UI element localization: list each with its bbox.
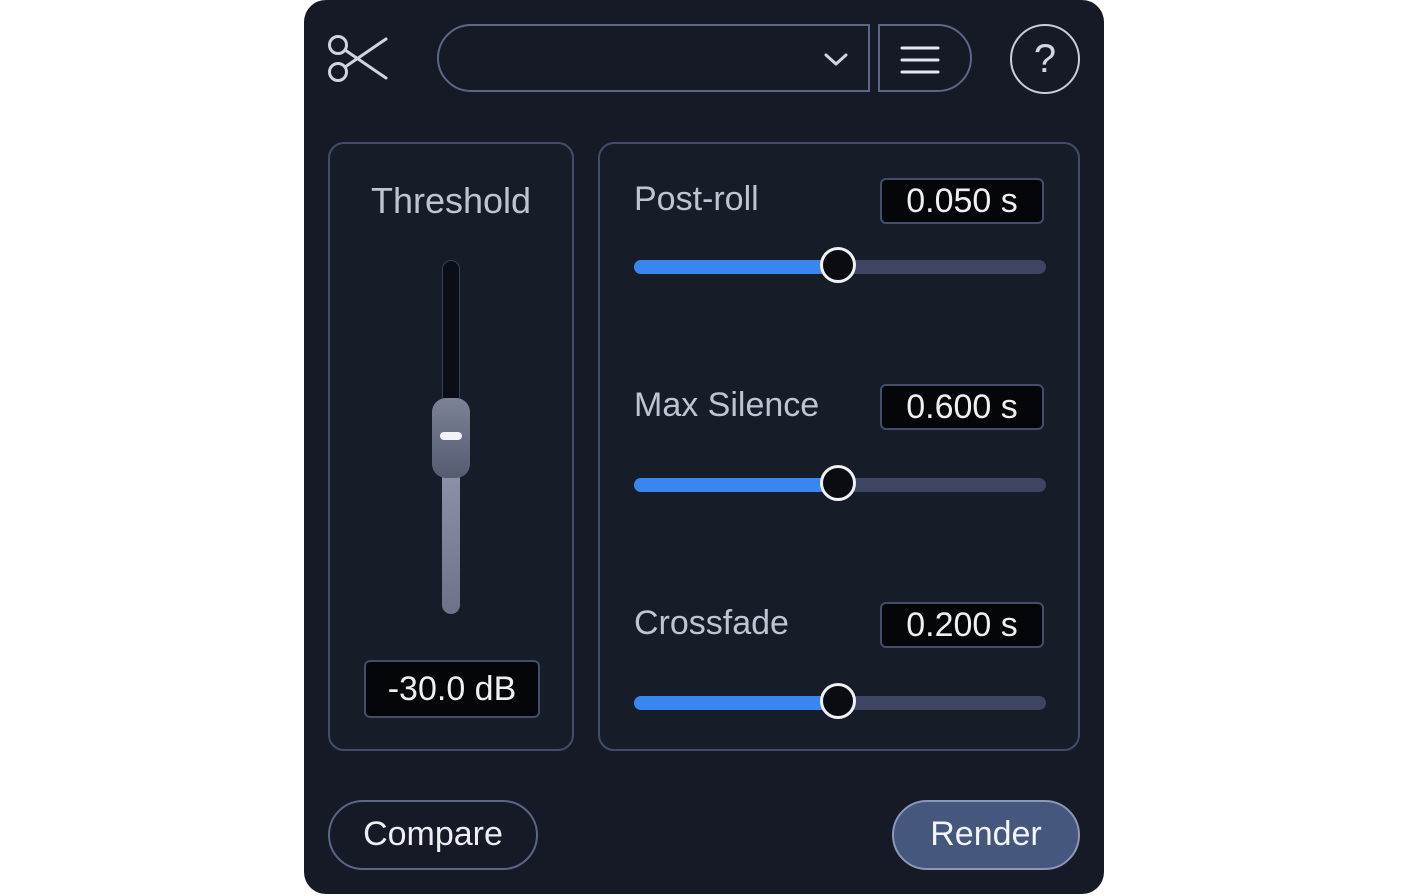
max-silence-value-field[interactable]: 0.600 s [880,384,1044,430]
compare-button[interactable]: Compare [328,800,538,870]
post-roll-slider-thumb[interactable] [819,247,856,283]
max-silence-slider[interactable] [634,465,1046,501]
max-silence-slider-fill [634,478,838,492]
post-roll-label: Post-roll [634,180,759,218]
parameters-panel: Post-roll 0.050 s Max Silence 0.600 s Cr… [598,142,1080,751]
crossfade-slider-thumb[interactable] [819,683,856,719]
threshold-label: Threshold [370,180,532,221]
scissors-icon [328,35,388,82]
chevron-down-icon [824,53,848,66]
crossfade-slider-fill [634,696,838,710]
threshold-value-field[interactable]: -30.0 dB [364,660,540,718]
crossfade-value-field[interactable]: 0.200 s [880,602,1044,648]
menu-button[interactable] [878,24,972,92]
post-roll-slider[interactable] [634,247,1046,283]
crossfade-label: Crossfade [634,604,789,642]
plugin-panel: ? Threshold -30.0 dB Post-roll 0.050 s M… [304,0,1104,894]
render-button[interactable]: Render [892,800,1080,870]
preset-dropdown[interactable] [437,24,870,92]
post-roll-value-field[interactable]: 0.050 s [880,178,1044,224]
threshold-slider-thumb[interactable] [432,398,470,478]
crossfade-slider[interactable] [634,683,1046,719]
help-button[interactable]: ? [1010,24,1080,94]
max-silence-label: Max Silence [634,386,820,424]
hamburger-menu-icon [900,46,940,74]
threshold-slider-track[interactable] [442,260,460,420]
post-roll-slider-fill [634,260,838,274]
max-silence-slider-thumb[interactable] [819,465,856,501]
threshold-panel: Threshold -30.0 dB [328,142,574,751]
